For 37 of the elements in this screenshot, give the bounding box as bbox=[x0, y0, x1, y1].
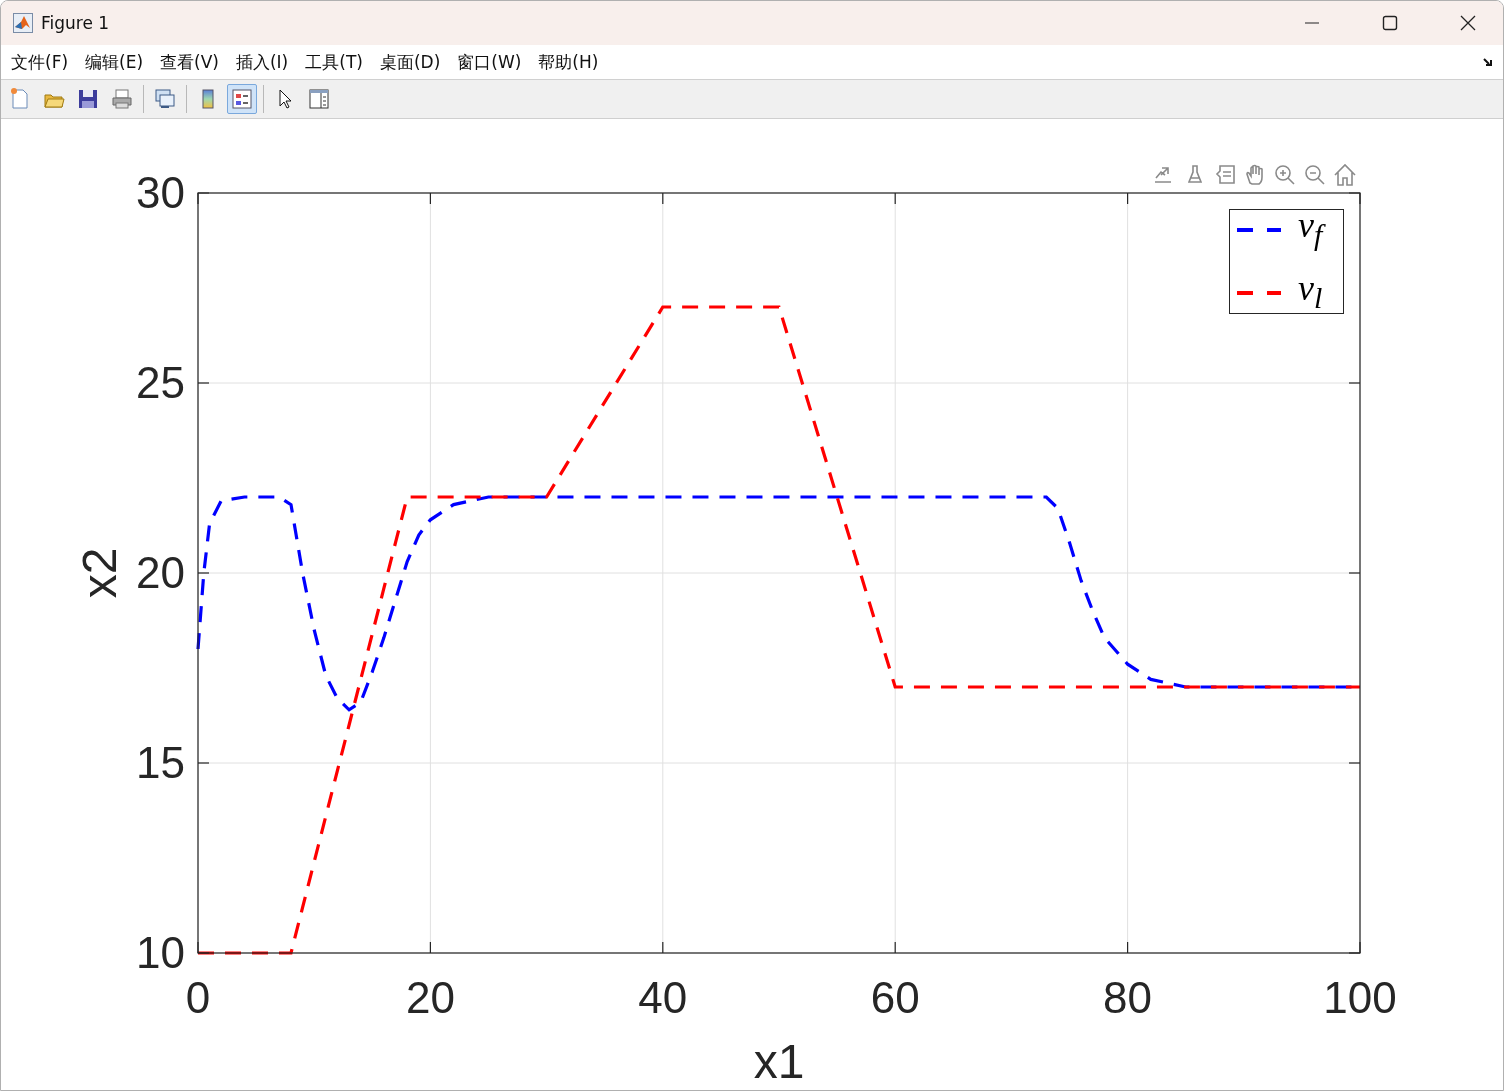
x-axis-label: x1 bbox=[753, 1035, 805, 1088]
data-tip-icon[interactable] bbox=[1215, 165, 1235, 184]
menu-item[interactable]: 帮助(H) bbox=[538, 50, 599, 74]
home-icon[interactable] bbox=[1334, 163, 1356, 186]
menu-item[interactable]: 插入(I) bbox=[235, 50, 289, 74]
menu-item[interactable]: 文件(F) bbox=[11, 50, 69, 74]
menu-item[interactable]: 编辑(E) bbox=[85, 50, 144, 74]
legend-line-icon bbox=[1234, 289, 1284, 296]
x-tick-label: 20 bbox=[405, 973, 455, 1022]
close-icon[interactable] bbox=[1460, 15, 1476, 31]
menu-item[interactable]: 查看(V) bbox=[160, 50, 219, 74]
zoom-in-icon[interactable] bbox=[1275, 165, 1295, 185]
menu-item[interactable]: 窗口(W) bbox=[457, 50, 522, 74]
brush-icon[interactable] bbox=[1187, 165, 1203, 183]
app-icon bbox=[13, 13, 33, 33]
x-tick-label: 80 bbox=[1103, 973, 1153, 1022]
legend-icon[interactable] bbox=[227, 84, 257, 114]
y-tick-label: 20 bbox=[136, 548, 185, 597]
x-tick-label: 60 bbox=[870, 973, 920, 1022]
y-tick-label: 25 bbox=[136, 358, 185, 407]
legend-line-icon bbox=[1234, 227, 1284, 234]
x-tick-label: 40 bbox=[638, 973, 688, 1022]
menu-item[interactable]: 工具(T) bbox=[305, 50, 363, 74]
maximize-icon[interactable] bbox=[1382, 15, 1398, 31]
x-tick-label: 0 bbox=[185, 973, 211, 1022]
export-icon[interactable] bbox=[1154, 167, 1172, 183]
window-title: Figure 1 bbox=[41, 13, 110, 33]
y-tick-label: 15 bbox=[136, 738, 185, 787]
menu-item[interactable]: 桌面(D) bbox=[379, 50, 441, 74]
y-axis-label: x2 bbox=[73, 547, 126, 599]
y-tick-label: 30 bbox=[136, 168, 185, 217]
legend-label: v$_{l}$ bbox=[1298, 268, 1323, 316]
pan-icon[interactable] bbox=[1246, 164, 1263, 185]
zoom-out-icon[interactable] bbox=[1305, 165, 1325, 185]
y-tick-label: 10 bbox=[136, 928, 185, 977]
dock-arrow-icon[interactable] bbox=[1483, 57, 1493, 67]
x-tick-label: 100 bbox=[1323, 973, 1397, 1022]
